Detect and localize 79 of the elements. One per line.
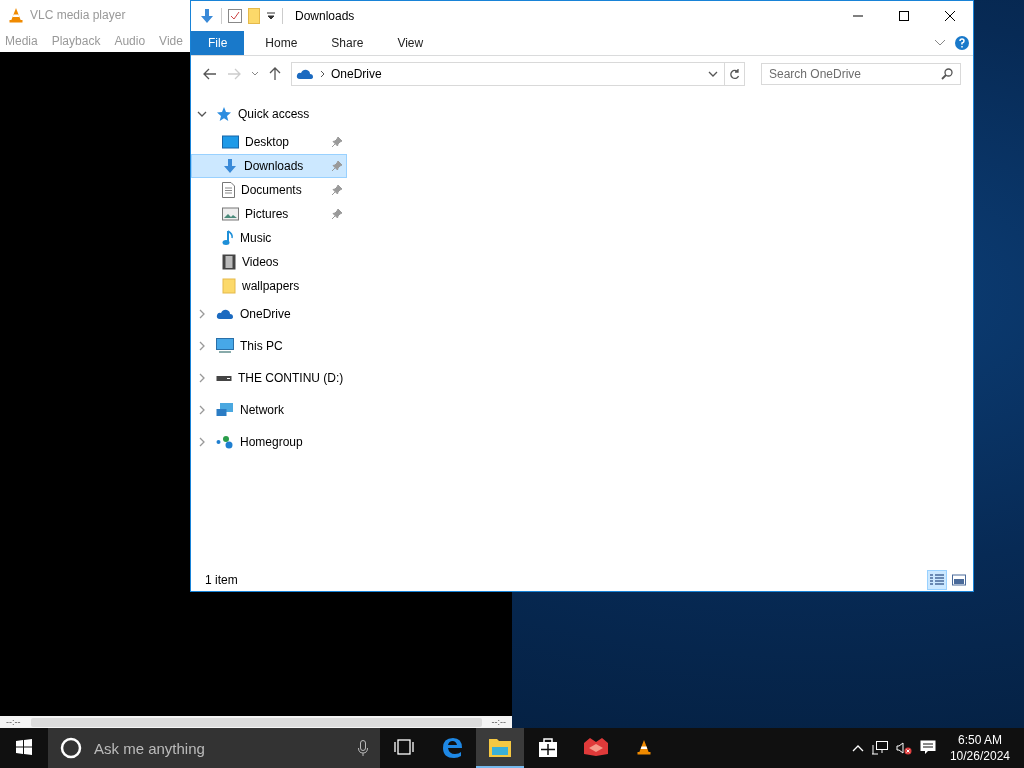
tree-item[interactable]: Desktop bbox=[191, 130, 347, 154]
window-title: Downloads bbox=[295, 9, 355, 23]
drive-icon bbox=[216, 373, 232, 383]
download-arrow-icon bbox=[199, 8, 215, 24]
address-bar[interactable]: OneDrive bbox=[291, 62, 745, 86]
document-icon bbox=[222, 182, 235, 198]
chevron-up-icon bbox=[851, 744, 864, 752]
ribbon-tab[interactable]: File bbox=[191, 31, 245, 55]
clock-time: 6:50 AM bbox=[957, 732, 1002, 748]
folder-icon bbox=[248, 8, 260, 24]
picture-icon bbox=[222, 207, 239, 221]
search-icon bbox=[941, 68, 953, 80]
search-field[interactable]: Ask me anything bbox=[92, 738, 348, 758]
close-icon bbox=[945, 11, 955, 21]
chevron-down-icon bbox=[251, 71, 259, 77]
elapsed-time: --:-- bbox=[6, 717, 21, 727]
view-mode-button[interactable] bbox=[927, 570, 947, 590]
cloud-icon bbox=[216, 308, 234, 320]
windows-logo-icon bbox=[16, 739, 32, 755]
edge-icon bbox=[440, 735, 464, 759]
ribbon-tab[interactable]: View bbox=[382, 31, 439, 55]
computer-icon bbox=[216, 338, 234, 354]
back-button[interactable] bbox=[201, 66, 219, 82]
item-count: 1 item bbox=[205, 573, 238, 587]
expand-ribbon-icon bbox=[935, 40, 945, 46]
download-arrow-icon bbox=[222, 158, 238, 174]
tree-item[interactable]: wallpapers bbox=[191, 274, 347, 298]
film-icon bbox=[222, 254, 236, 270]
help-icon bbox=[955, 36, 969, 50]
forward-arrow-icon bbox=[227, 68, 241, 80]
back-arrow-icon bbox=[203, 68, 217, 80]
tree-item[interactable]: THE CONTINU (D:) bbox=[211, 366, 351, 390]
homegroup-icon bbox=[216, 435, 234, 449]
tree-item[interactable]: Quick access bbox=[211, 102, 351, 126]
search-box[interactable]: Ask me anything bbox=[48, 728, 380, 768]
taskbar-app-button[interactable] bbox=[476, 728, 524, 768]
up-button[interactable] bbox=[267, 65, 283, 83]
tree-item[interactable]: OneDrive bbox=[211, 302, 351, 326]
desktop-icon bbox=[222, 135, 239, 149]
traffic-cone-icon bbox=[8, 7, 24, 23]
music-note-icon bbox=[222, 230, 234, 246]
tree-item[interactable]: Videos bbox=[191, 250, 347, 274]
tree-item[interactable]: Network bbox=[211, 398, 351, 422]
search-field[interactable]: Search OneDrive bbox=[761, 63, 961, 85]
address-path: OneDrive bbox=[331, 67, 382, 81]
traffic-cone-icon bbox=[636, 739, 652, 755]
shopping-bag-icon bbox=[537, 736, 559, 758]
tree-item[interactable]: This PC bbox=[211, 334, 351, 358]
folder-icon bbox=[222, 278, 236, 294]
refresh-icon bbox=[729, 68, 740, 80]
breadcrumb-chevron-icon bbox=[320, 70, 325, 78]
task-view-icon bbox=[394, 739, 414, 755]
microphone-icon bbox=[358, 740, 368, 756]
tree-item[interactable]: Homegroup bbox=[211, 430, 351, 454]
maximize-icon bbox=[899, 11, 909, 21]
ribbon-tab[interactable]: Home bbox=[250, 31, 313, 55]
chevron-down-icon bbox=[708, 71, 718, 77]
ribbon-tab[interactable]: Share bbox=[316, 31, 379, 55]
circle-icon bbox=[60, 737, 82, 759]
details-view-icon bbox=[930, 574, 944, 586]
up-arrow-icon bbox=[269, 67, 281, 81]
window-title: VLC media player bbox=[30, 8, 126, 22]
tree-item[interactable]: Documents bbox=[191, 178, 347, 202]
tree-item[interactable]: Pictures bbox=[191, 202, 347, 226]
network-icon bbox=[216, 402, 234, 418]
envelope-icon bbox=[583, 737, 609, 757]
network-icon bbox=[871, 741, 888, 755]
clock-date: 10/26/2024 bbox=[949, 748, 1010, 764]
checkbox-icon bbox=[228, 9, 242, 23]
notification-icon bbox=[919, 740, 936, 756]
tree-item[interactable]: Music bbox=[191, 226, 347, 250]
tree-item[interactable]: Downloads bbox=[191, 154, 347, 178]
cloud-icon bbox=[296, 68, 314, 80]
speaker-muted-icon bbox=[895, 741, 912, 755]
total-time: --:-- bbox=[491, 717, 506, 727]
folder-icon bbox=[488, 736, 512, 758]
large-icons-view-icon bbox=[952, 574, 966, 586]
star-icon bbox=[216, 106, 232, 122]
dropdown-icon bbox=[266, 11, 276, 21]
